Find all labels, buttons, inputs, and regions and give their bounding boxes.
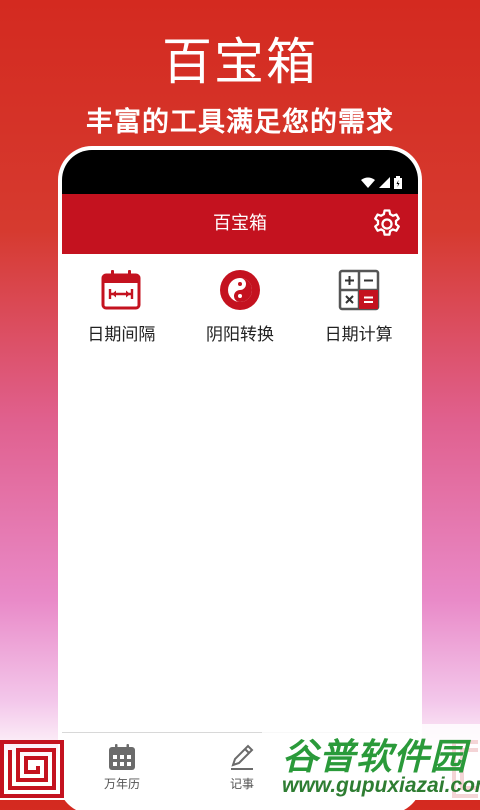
nav-label: 记事 (229, 777, 254, 791)
fret-pattern-left (0, 740, 64, 798)
phone-frame: 百宝箱 日期间隔 阴阳转换 日期计算 万年历 记事 (62, 150, 418, 810)
status-bar (62, 150, 418, 194)
promo-title: 百宝箱 (162, 33, 318, 91)
calculator-icon (338, 269, 379, 311)
battery-icon (394, 176, 402, 189)
tool-date-interval[interactable]: 日期间隔 (62, 268, 181, 345)
tool-label: 阴阳转换 (206, 325, 274, 345)
tool-date-calculate[interactable]: 日期计算 (299, 268, 418, 345)
tools-grid: 日期间隔 阴阳转换 日期计算 (62, 268, 418, 345)
watermark: 谷普软件园 www.gupuxiazai.com (262, 724, 480, 800)
nav-item-calendar[interactable]: 万年历 (62, 733, 182, 810)
nav-label: 万年历 (103, 777, 140, 791)
tool-yin-yang-convert[interactable]: 阴阳转换 (181, 268, 300, 345)
app-header: 百宝箱 (62, 194, 418, 254)
promo-subtitle: 丰富的工具满足您的需求 (86, 107, 394, 138)
watermark-url: www.gupuxiazai.com (282, 774, 480, 797)
calendar-icon (109, 744, 135, 770)
settings-gear-icon[interactable] (370, 207, 404, 241)
app-header-title: 百宝箱 (213, 213, 267, 234)
pencil-icon (231, 744, 254, 770)
signal-icon (379, 177, 390, 188)
yin-yang-icon (220, 270, 260, 310)
wifi-icon (361, 177, 375, 188)
calendar-interval-icon (101, 270, 141, 310)
status-icons (361, 176, 402, 189)
watermark-logo: 谷普软件园 (282, 737, 468, 778)
tool-label: 日期间隔 (87, 325, 156, 345)
tool-label: 日期计算 (324, 325, 393, 345)
